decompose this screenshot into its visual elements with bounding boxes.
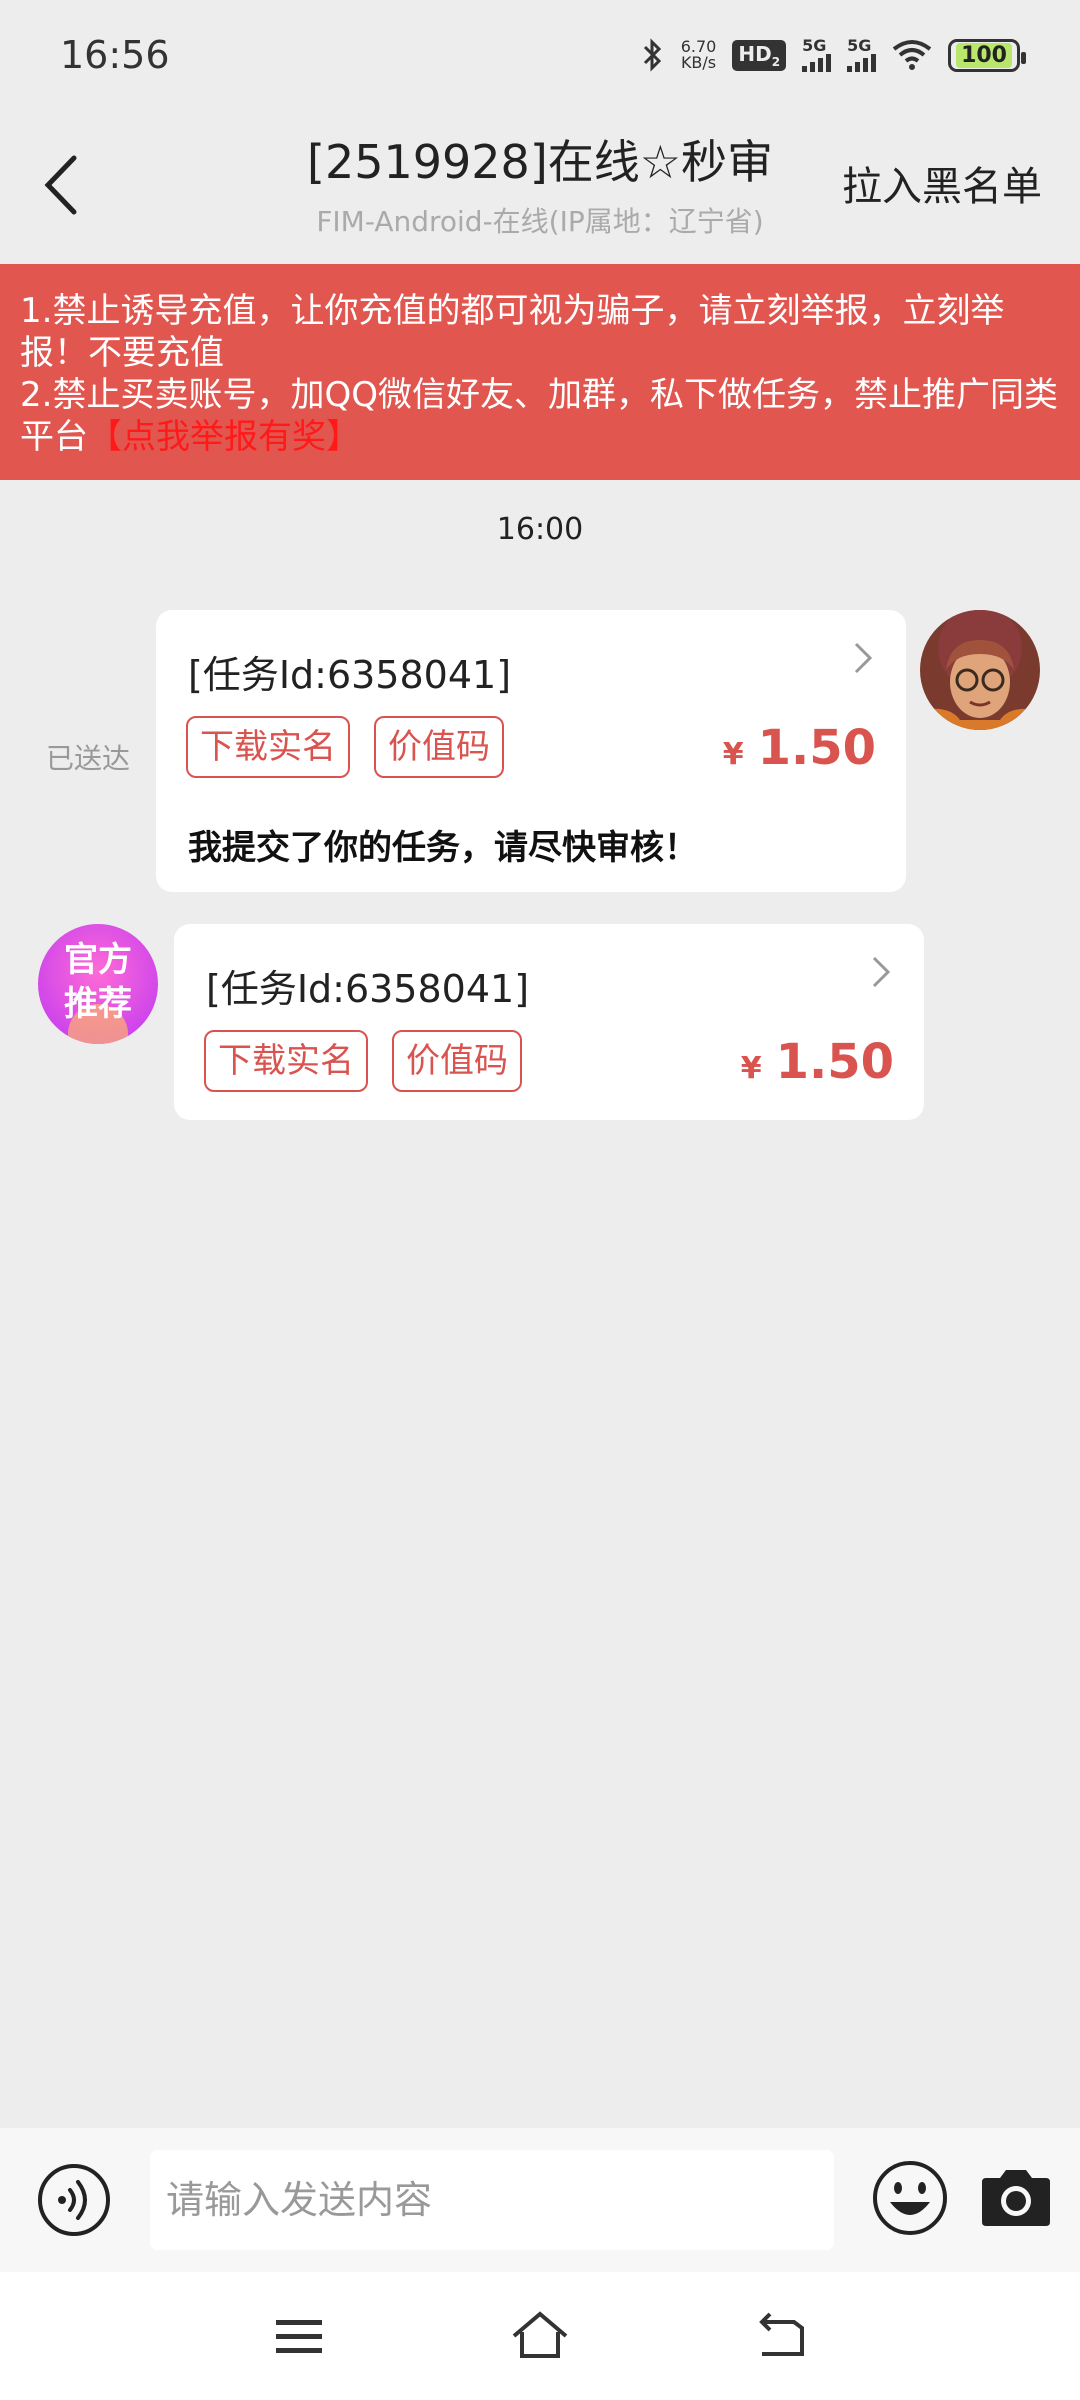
- message-text: 我提交了你的任务，请尽快审核！: [188, 828, 698, 868]
- home-button[interactable]: [510, 2308, 570, 2364]
- warning-line-1: 1.禁止诱导充值，让你充值的都可视为骗子，请立刻举报，立刻举报！不要充值: [20, 291, 1005, 373]
- signal-icon-sim2: 5G: [847, 38, 877, 72]
- task-price: ¥1.50: [740, 1034, 894, 1090]
- voice-button[interactable]: [36, 2162, 112, 2238]
- tag-download-realname: 下载实名: [186, 716, 350, 778]
- battery-icon: 100: [948, 38, 1026, 72]
- message-timestamp: 16:00: [496, 512, 584, 547]
- official-recommend-avatar[interactable]: 官方 推荐: [38, 924, 158, 1044]
- system-nav-bar: [0, 2272, 1080, 2400]
- header-title-group: [2519928]在线☆秒审 FIM-Android-在线(IP属地：辽宁省): [200, 126, 880, 240]
- blacklist-button[interactable]: 拉入黑名单: [842, 154, 1042, 212]
- wifi-icon: [892, 40, 932, 70]
- task-card-sent[interactable]: [任务Id:6358041] 下载实名 价值码 ¥1.50 我提交了你的任务，请…: [156, 610, 906, 892]
- task-id: [任务Id:6358041]: [188, 653, 512, 697]
- chat-subtitle: FIM-Android-在线(IP属地：辽宁省): [316, 205, 764, 238]
- emoji-button[interactable]: [870, 2158, 950, 2238]
- camera-icon: [982, 2170, 1050, 2226]
- bluetooth-icon: [643, 38, 661, 72]
- avatar-label: 官方 推荐: [64, 940, 132, 1024]
- warning-line-2: 2.禁止买卖账号，加QQ微信好友、加群，私下做任务，禁止推广同类平台【点我举报有…: [20, 375, 1058, 457]
- chevron-right-icon: [872, 956, 891, 988]
- hd-icon: HD2: [732, 39, 787, 71]
- home-icon: [512, 2311, 568, 2358]
- warning-banner: 1.禁止诱导充值，让你充值的都可视为骗子，请立刻举报，立刻举报！不要充值 2.禁…: [0, 264, 1080, 480]
- delivered-status: 已送达: [46, 742, 131, 775]
- back-nav-icon: [759, 2312, 804, 2356]
- status-icons: 6.70 KB/s HD2 5G 5G 100: [641, 37, 1026, 72]
- signal-icon-sim1: 5G: [802, 38, 832, 72]
- task-price: ¥1.50: [722, 720, 876, 776]
- status-time: 16:56: [60, 33, 170, 77]
- chevron-left-icon: [44, 155, 77, 215]
- tag-download-realname: 下载实名: [204, 1030, 368, 1092]
- tag-value-code: 价值码: [392, 1030, 522, 1092]
- back-nav-button[interactable]: [750, 2308, 810, 2364]
- message-input-bar: [0, 2128, 1080, 2272]
- voice-icon: [38, 2164, 110, 2236]
- avatar-image: [920, 610, 1040, 730]
- tag-value-code: 价值码: [374, 716, 504, 778]
- task-id: [任务Id:6358041]: [206, 967, 530, 1011]
- task-card-received[interactable]: [任务Id:6358041] 下载实名 价值码 ¥1.50: [174, 924, 924, 1120]
- menu-icon: [276, 2320, 322, 2353]
- menu-button[interactable]: [270, 2308, 330, 2364]
- chat-header: [2519928]在线☆秒审 FIM-Android-在线(IP属地：辽宁省) …: [0, 110, 1080, 264]
- chevron-right-icon: [854, 642, 873, 674]
- status-bar: 16:56 6.70 KB/s HD2 5G 5G 100: [0, 0, 1080, 110]
- back-button[interactable]: [30, 150, 90, 220]
- user-avatar[interactable]: [920, 610, 1040, 730]
- report-link[interactable]: 【点我举报有奖】: [88, 417, 360, 457]
- message-input[interactable]: [150, 2150, 834, 2250]
- emoji-icon: [873, 2161, 947, 2235]
- camera-button[interactable]: [978, 2166, 1054, 2230]
- net-speed: 6.70 KB/s: [680, 37, 717, 72]
- chat-title: [2519928]在线☆秒审: [307, 135, 773, 189]
